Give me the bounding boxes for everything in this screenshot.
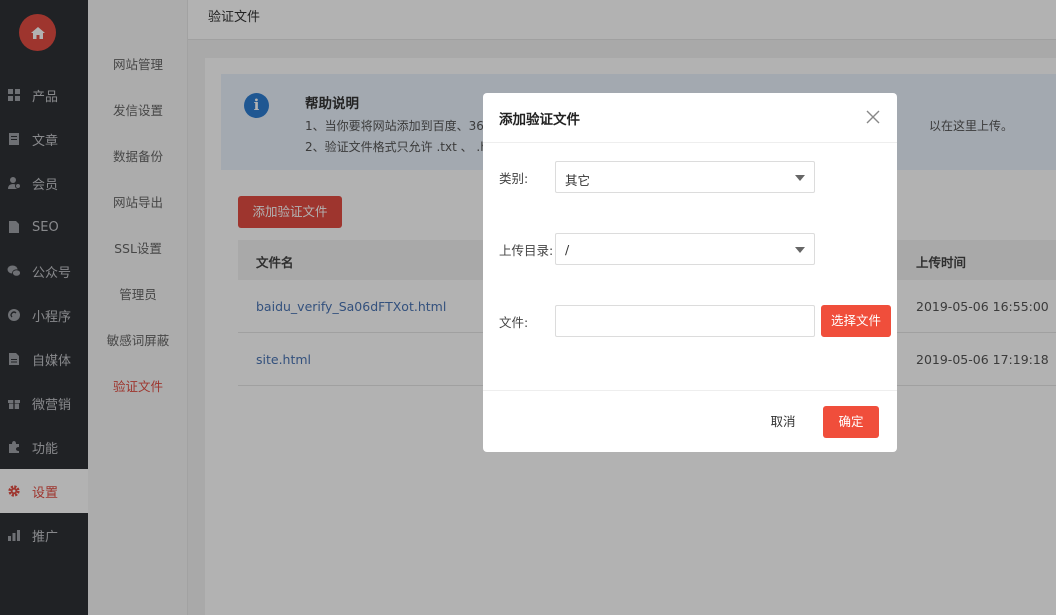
close-icon[interactable] xyxy=(865,109,881,125)
category-label: 类别: xyxy=(499,171,529,186)
caret-down-icon xyxy=(795,175,805,181)
cancel-button[interactable]: 取消 xyxy=(760,406,806,438)
file-path-input[interactable] xyxy=(555,305,815,337)
choose-file-button[interactable]: 选择文件 xyxy=(821,305,891,337)
confirm-button[interactable]: 确定 xyxy=(823,406,879,438)
dialog-title: 添加验证文件 xyxy=(499,112,580,128)
dialog-divider xyxy=(483,142,897,143)
caret-down-icon xyxy=(795,247,805,253)
category-value: 其它 xyxy=(565,173,591,188)
upload-dir-value: / xyxy=(565,242,570,257)
category-select[interactable]: 其它 xyxy=(555,161,815,193)
upload-dir-label: 上传目录: xyxy=(499,243,554,258)
upload-dir-select[interactable]: / xyxy=(555,233,815,265)
add-verify-file-dialog: 添加验证文件 类别: 其它 上传目录: / 文件: 选择文件 取消 确定 xyxy=(483,93,897,452)
dialog-footer-divider xyxy=(483,390,897,391)
file-label: 文件: xyxy=(499,315,529,330)
